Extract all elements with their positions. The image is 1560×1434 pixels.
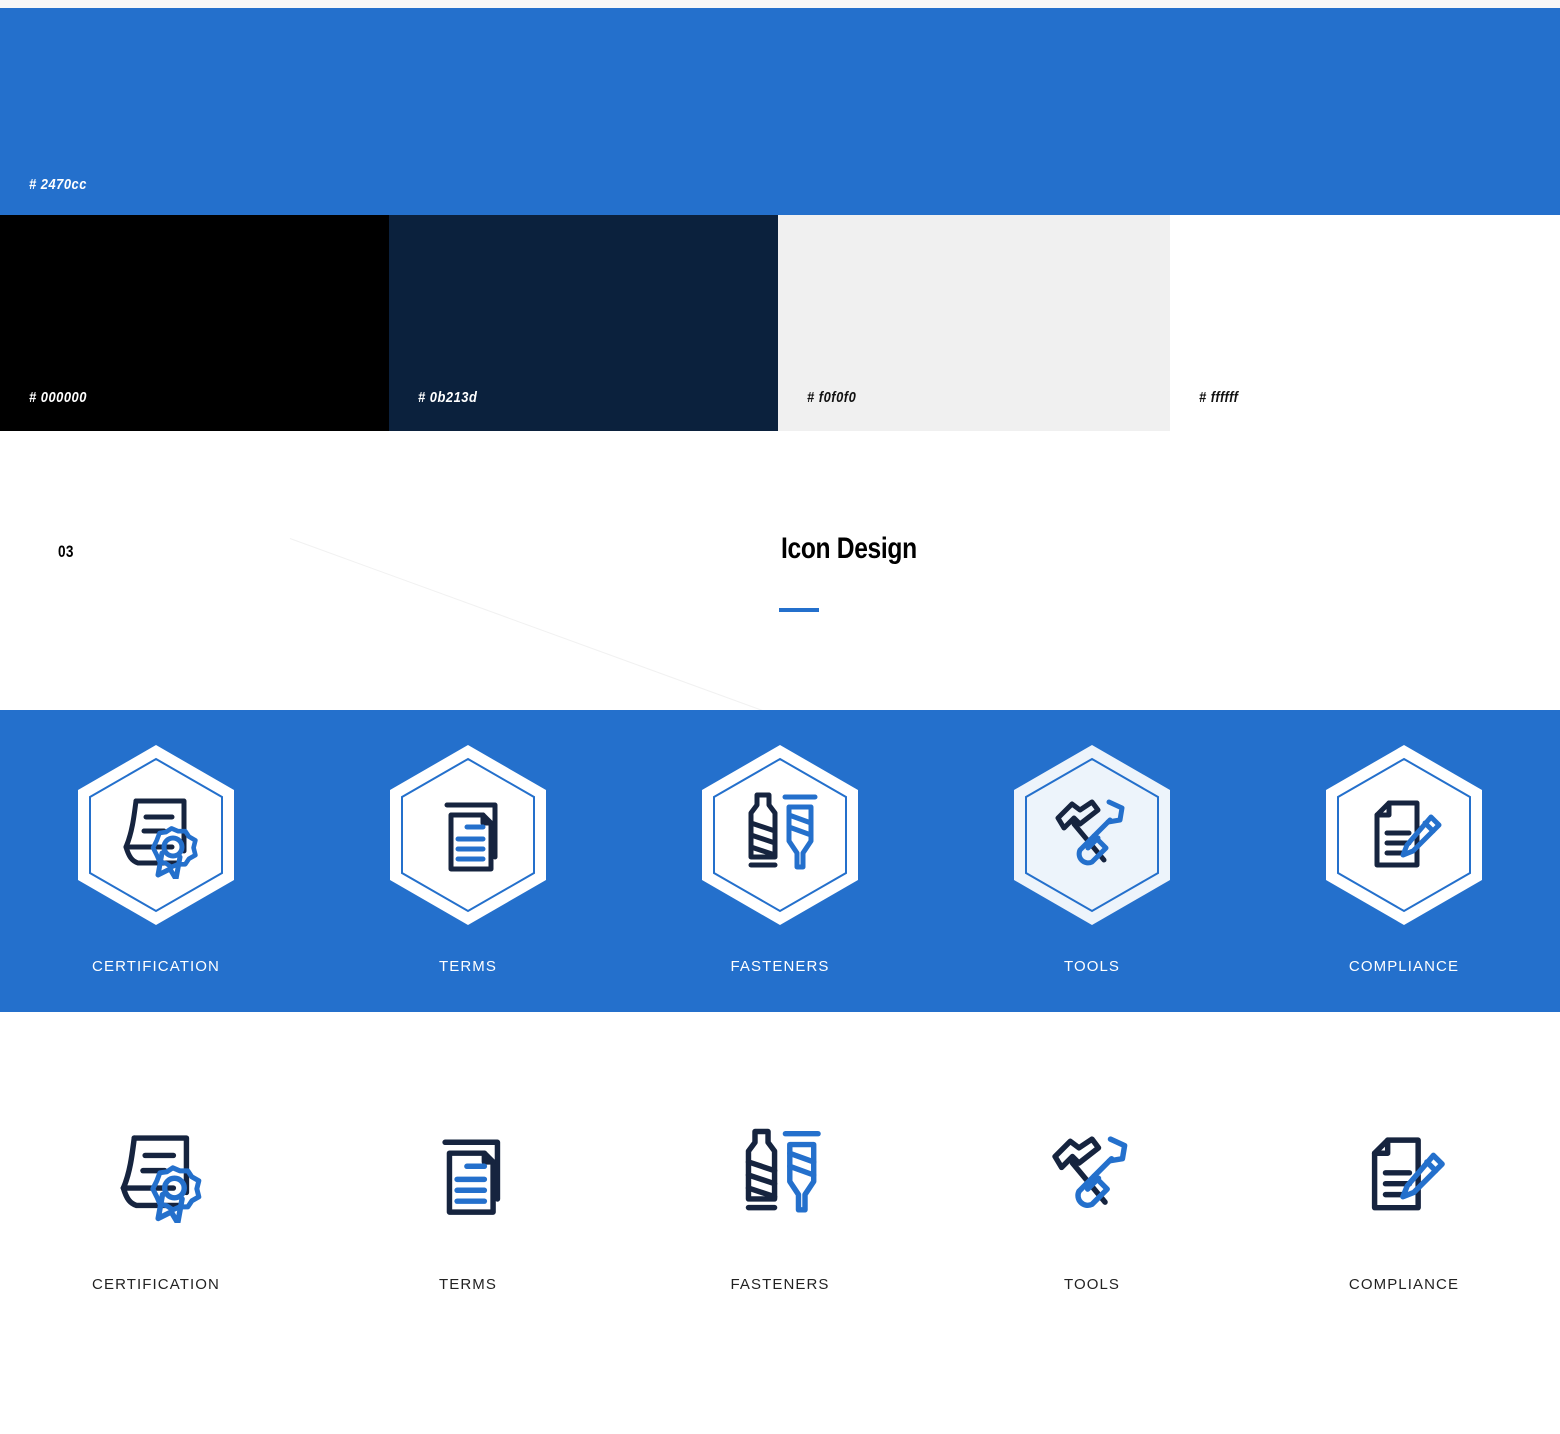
icon-cell-tools[interactable]: TOOLS [936,742,1248,975]
icon-label-tools: TOOLS [1063,1276,1121,1293]
icon-label-fasteners: FASTENERS [730,958,830,975]
icon-cell-certification[interactable]: CERTIFICATION [0,742,312,975]
compliance-icon [1320,742,1488,928]
plain-icon-cell-compliance[interactable]: COMPLIANCE [1248,1110,1560,1293]
swatch-navy: # 0b213d [389,215,778,431]
swatch-label-light-grey: # f0f0f0 [807,389,857,406]
fasteners-icon [715,1110,845,1240]
section-header: 03 Icon Design [0,490,1560,779]
swatch-label-brand-blue: # 2470cc [29,176,87,193]
title-underline-accent [779,608,819,612]
swatch-light-grey: # f0f0f0 [778,215,1170,431]
terms-icon [403,1110,533,1240]
hexagon-badge-tools [1008,742,1176,928]
icon-label-compliance: COMPLIANCE [1348,1276,1460,1293]
icon-label-fasteners: FASTENERS [730,1276,830,1293]
icon-cell-fasteners[interactable]: FASTENERS [624,742,936,975]
icon-cell-terms[interactable]: TERMS [312,742,624,975]
plain-icon-cell-fasteners[interactable]: FASTENERS [624,1110,936,1293]
swatch-label-navy: # 0b213d [418,389,478,406]
icon-label-terms: TERMS [439,958,497,975]
section-number: 03 [58,542,74,561]
terms-icon [384,742,552,928]
icon-label-terms: TERMS [439,1276,497,1293]
icon-label-tools: TOOLS [1063,958,1121,975]
page-title: Icon Design [781,532,917,565]
plain-icon-row: CERTIFICATION TERMS FASTENERS TOOLS COMP… [0,1110,1560,1293]
swatch-black: # 000000 [0,215,389,431]
top-strip [0,0,1560,8]
icon-cell-compliance[interactable]: COMPLIANCE [1248,742,1560,975]
plain-icon-cell-terms[interactable]: TERMS [312,1110,624,1293]
hexagon-badge-compliance [1320,742,1488,928]
swatch-brand-blue: # 2470cc [0,8,1560,215]
hexagon-icon-row: CERTIFICATION TERMS FASTENERS TOOLS COMP… [0,742,1560,975]
hexagon-badge-certification [72,742,240,928]
fasteners-icon [696,742,864,928]
plain-icon-cell-certification[interactable]: CERTIFICATION [0,1110,312,1293]
swatch-label-black: # 000000 [29,389,87,406]
color-swatch-row: # 000000 # 0b213d # f0f0f0 # ffffff [0,215,1560,431]
tools-icon [1027,1110,1157,1240]
icon-label-compliance: COMPLIANCE [1348,958,1460,975]
certification-icon [91,1110,221,1240]
icon-label-certification: CERTIFICATION [92,958,220,975]
icon-label-certification: CERTIFICATION [92,1276,220,1293]
tools-icon [1008,742,1176,928]
hexagon-badge-fasteners [696,742,864,928]
certification-icon [72,742,240,928]
brand-guideline-page: # 2470cc # 000000 # 0b213d # f0f0f0 # ff… [0,0,1560,1434]
hexagon-badge-terms [384,742,552,928]
swatch-white: # ffffff [1170,215,1560,431]
plain-icon-cell-tools[interactable]: TOOLS [936,1110,1248,1293]
swatch-label-white: # ffffff [1199,389,1239,406]
compliance-icon [1339,1110,1469,1240]
